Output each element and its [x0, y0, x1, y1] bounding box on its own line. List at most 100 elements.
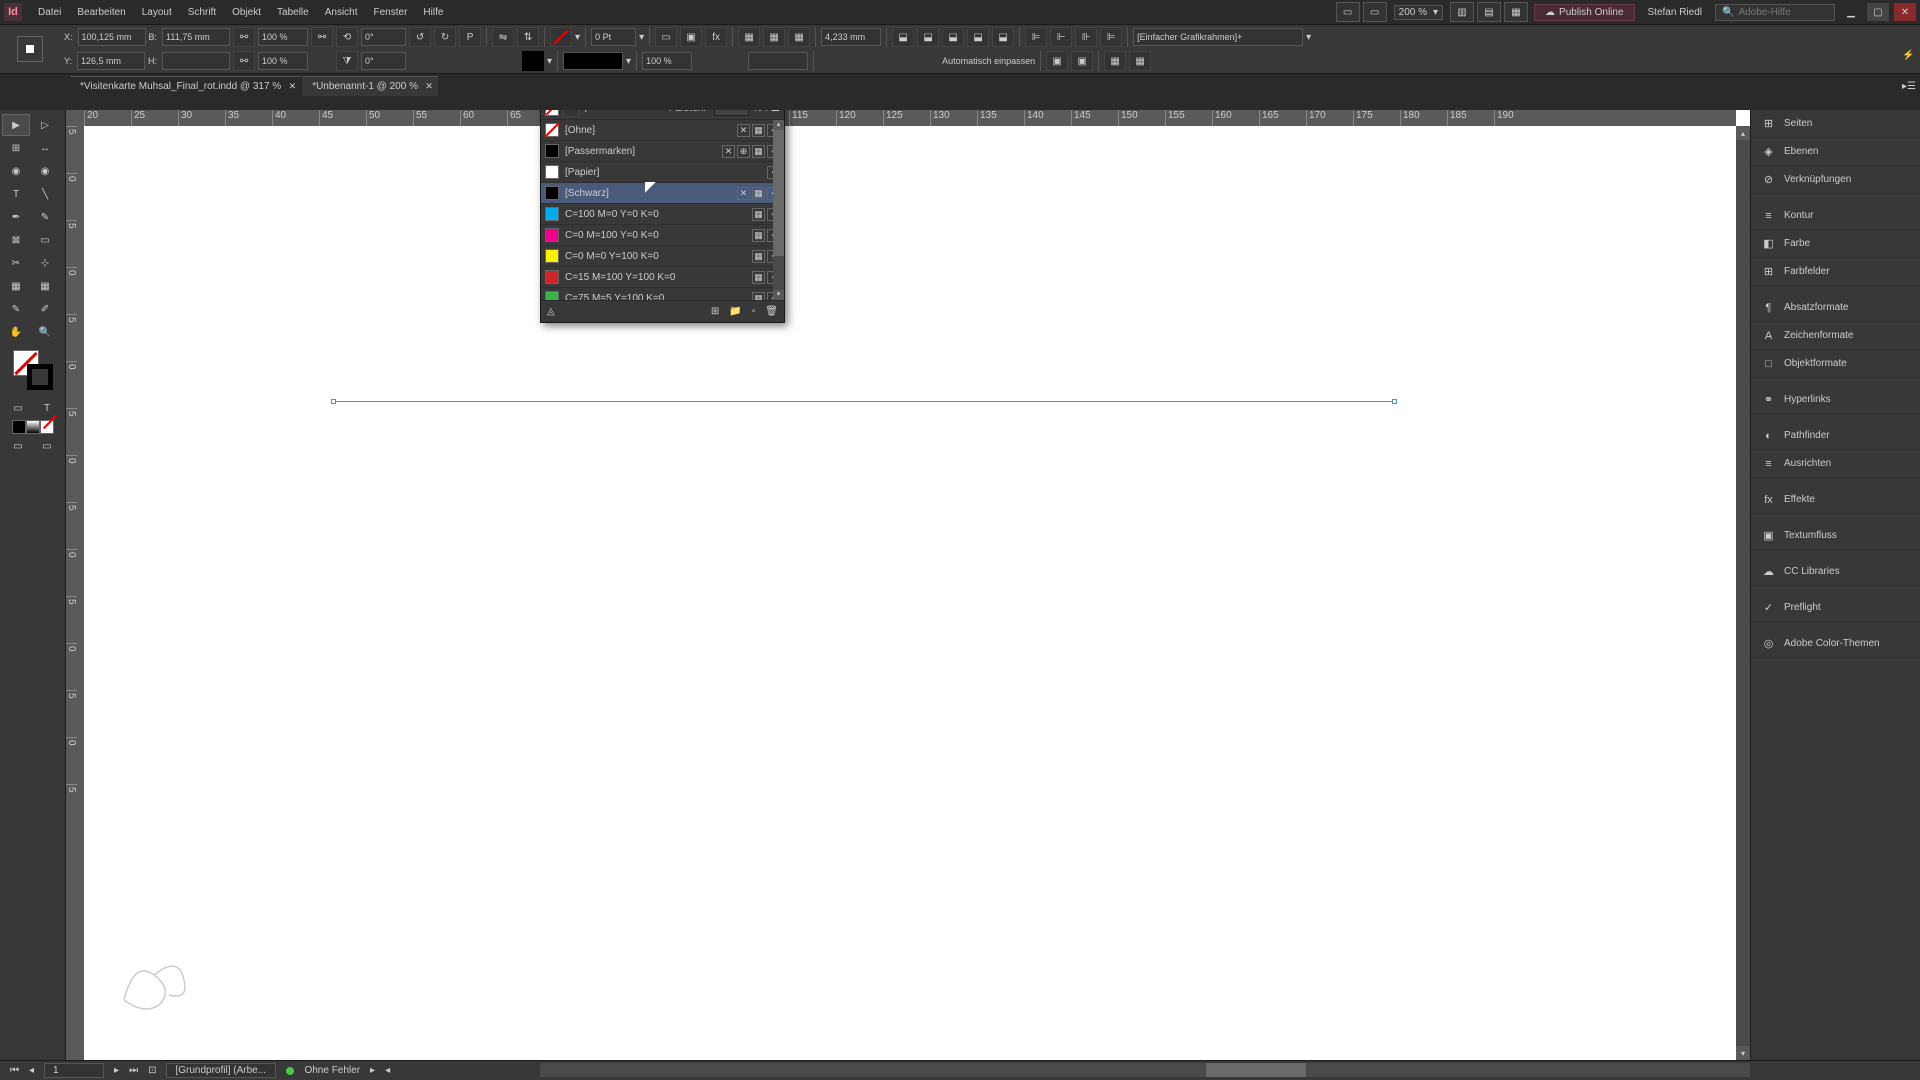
align-icon[interactable]: ⊫ [1025, 27, 1047, 47]
fill-swatch[interactable] [550, 27, 572, 47]
h-field[interactable] [162, 52, 230, 70]
user-name[interactable]: Stefan Riedl [1638, 7, 1712, 18]
new-swatch-icon[interactable]: ▫ [752, 306, 756, 317]
panel-seiten[interactable]: ⊞Seiten [1751, 110, 1920, 138]
panel-menu-icon[interactable]: ▸☰ [766, 110, 780, 114]
corner-icon5[interactable]: ⬓ [992, 27, 1014, 47]
arrange-icon-3[interactable]: ▦ [1504, 2, 1528, 22]
panel-pathfinder[interactable]: ◐Pathfinder [1751, 422, 1920, 450]
panel-cc libraries[interactable]: ☁CC Libraries [1751, 558, 1920, 586]
new-folder-icon[interactable]: 📁 [729, 306, 741, 317]
panel-zeichenformate[interactable]: AZeichenformate [1751, 322, 1920, 350]
autofit-label[interactable]: Automatisch einpassen [942, 56, 1035, 66]
pen-tool[interactable]: ✒ [2, 206, 30, 228]
swatch-scrollbar[interactable]: ▴ ▾ [773, 120, 784, 300]
open-icon[interactable]: ⊡ [148, 1065, 156, 1076]
panel-effekte[interactable]: fxEffekte [1751, 486, 1920, 514]
errors-label[interactable]: Ohne Fehler [304, 1065, 360, 1076]
frame-icon-2[interactable]: ▭ [1363, 2, 1387, 22]
eyedropper-tool[interactable]: ✐ [31, 298, 59, 320]
tint-field[interactable] [714, 110, 749, 116]
panel-preflight[interactable]: ✓Preflight [1751, 594, 1920, 622]
content-tool[interactable]: ◉ [2, 160, 30, 182]
panel-farbfelder[interactable]: ⊞Farbfelder [1751, 258, 1920, 286]
publish-online-button[interactable]: ☁Publish Online [1534, 4, 1634, 21]
selection-tool[interactable]: ▶ [2, 114, 30, 136]
pencil-tool[interactable]: ✎ [31, 206, 59, 228]
stroke-swatch[interactable] [522, 51, 544, 71]
rotate-ccw-icon[interactable]: ↺ [409, 27, 431, 47]
rotate-field[interactable]: 0° [361, 28, 406, 46]
apply-gradient[interactable] [26, 420, 40, 434]
dropdown-icon[interactable]: ▾ [575, 32, 580, 43]
panel-farbe[interactable]: ◧Farbe [1751, 230, 1920, 258]
selected-line[interactable] [334, 401, 1394, 402]
page-field[interactable]: 1 [44, 1063, 104, 1078]
fit-icon2[interactable]: ▣ [1071, 51, 1093, 71]
line-handle-end[interactable] [1392, 399, 1397, 404]
new-group-icon[interactable]: ⊞ [711, 306, 719, 317]
char-icon[interactable]: P [459, 27, 481, 47]
swatch-row[interactable]: C=100 M=0 Y=0 K=0▦▪ [541, 204, 784, 225]
menu-ansicht[interactable]: Ansicht [317, 3, 366, 22]
hand-tool[interactable]: ✋ [2, 321, 30, 343]
logo-graphic[interactable] [104, 940, 204, 1020]
scroll-thumb[interactable] [773, 130, 784, 256]
wrap-icon-2[interactable]: ▦ [763, 27, 785, 47]
dropdown-icon[interactable]: ▸ [370, 1065, 375, 1076]
last-page-icon[interactable]: ⏭ [129, 1065, 138, 1076]
dropdown-icon[interactable]: ▾ [547, 56, 552, 67]
x-field[interactable]: 100,125 mm [78, 28, 146, 46]
line-handle-start[interactable] [331, 399, 336, 404]
swatch-row[interactable]: [Passermarken]✕⊕▦▪ [541, 141, 784, 162]
panel-hyperlinks[interactable]: ⚭Hyperlinks [1751, 386, 1920, 414]
zoom-tool[interactable]: 🔍 [31, 321, 59, 343]
panel-verknüpfungen[interactable]: ⊘Verknüpfungen [1751, 166, 1920, 194]
scroll-thumb[interactable] [1206, 1063, 1306, 1077]
pct-field[interactable]: 100 % [642, 52, 692, 70]
swatch-row[interactable]: [Schwarz]✕▦▪ [541, 183, 784, 204]
scroll-up-icon[interactable]: ▴ [1736, 126, 1750, 140]
note-tool[interactable]: ✎ [2, 298, 30, 320]
scale-x-field[interactable]: 100 % [258, 28, 308, 46]
arrange-icon-2[interactable]: ▤ [1477, 2, 1501, 22]
swatch-row[interactable]: C=0 M=100 Y=0 K=0▦▪ [541, 225, 784, 246]
scroll-up-icon[interactable]: ▴ [773, 120, 784, 130]
page-tool[interactable]: ⊞ [2, 137, 30, 159]
content-tool2[interactable]: ◉ [31, 160, 59, 182]
type-tool[interactable]: T [2, 183, 30, 205]
panel-adobe color-themen[interactable]: ◎Adobe Color-Themen [1751, 630, 1920, 658]
flip-v-icon[interactable]: ⇅ [517, 27, 539, 47]
horizontal-ruler[interactable]: 2025303540455055606590951001051101151201… [84, 110, 1736, 126]
link-icon[interactable]: ⚯ [233, 27, 255, 47]
panel-objektformate[interactable]: □Objektformate [1751, 350, 1920, 378]
vertical-ruler[interactable]: 505050505050505 [66, 126, 84, 1060]
frame-tool[interactable]: ⊠ [2, 229, 30, 251]
stroke-proxy-icon[interactable]: ▫ [563, 110, 579, 117]
dropdown-icon[interactable]: ▾ [1306, 32, 1311, 43]
misc-icon2[interactable]: ▦ [1129, 51, 1151, 71]
opt-icon-2[interactable]: ▣ [680, 27, 702, 47]
misc-icon[interactable]: ▦ [1104, 51, 1126, 71]
zoom-select[interactable]: 200 %▾ [1394, 5, 1443, 20]
horizontal-scrollbar[interactable] [540, 1063, 1750, 1077]
prev-icon[interactable]: ◂ [385, 1065, 390, 1076]
rotate-cw-icon[interactable]: ↻ [434, 27, 456, 47]
minimize-button[interactable]: ▁ [1840, 3, 1862, 21]
menu-objekt[interactable]: Objekt [224, 3, 269, 22]
swatch-row[interactable]: C=75 M=5 Y=100 K=0▦▪ [541, 288, 784, 300]
menu-icon[interactable]: ▸☰ [1902, 81, 1916, 92]
next-page-icon[interactable]: ▸ [114, 1065, 119, 1076]
reference-point[interactable] [17, 36, 43, 62]
stroke-field[interactable]: 0 Pt [591, 28, 636, 46]
view-mode[interactable]: ▭ [4, 435, 32, 457]
fx-icon[interactable]: fx [705, 27, 727, 47]
gradient-icon[interactable]: ◬ [547, 306, 555, 317]
menu-bearbeiten[interactable]: Bearbeiten [69, 3, 133, 22]
corner-icon[interactable]: ⬓ [892, 27, 914, 47]
fill-stroke-swatch[interactable] [13, 350, 53, 390]
panel-ausrichten[interactable]: ≡Ausrichten [1751, 450, 1920, 478]
swatch-row[interactable]: C=0 M=0 Y=100 K=0▦▪ [541, 246, 784, 267]
apply-color[interactable] [12, 420, 26, 434]
align-icon4[interactable]: ⊫ [1100, 27, 1122, 47]
